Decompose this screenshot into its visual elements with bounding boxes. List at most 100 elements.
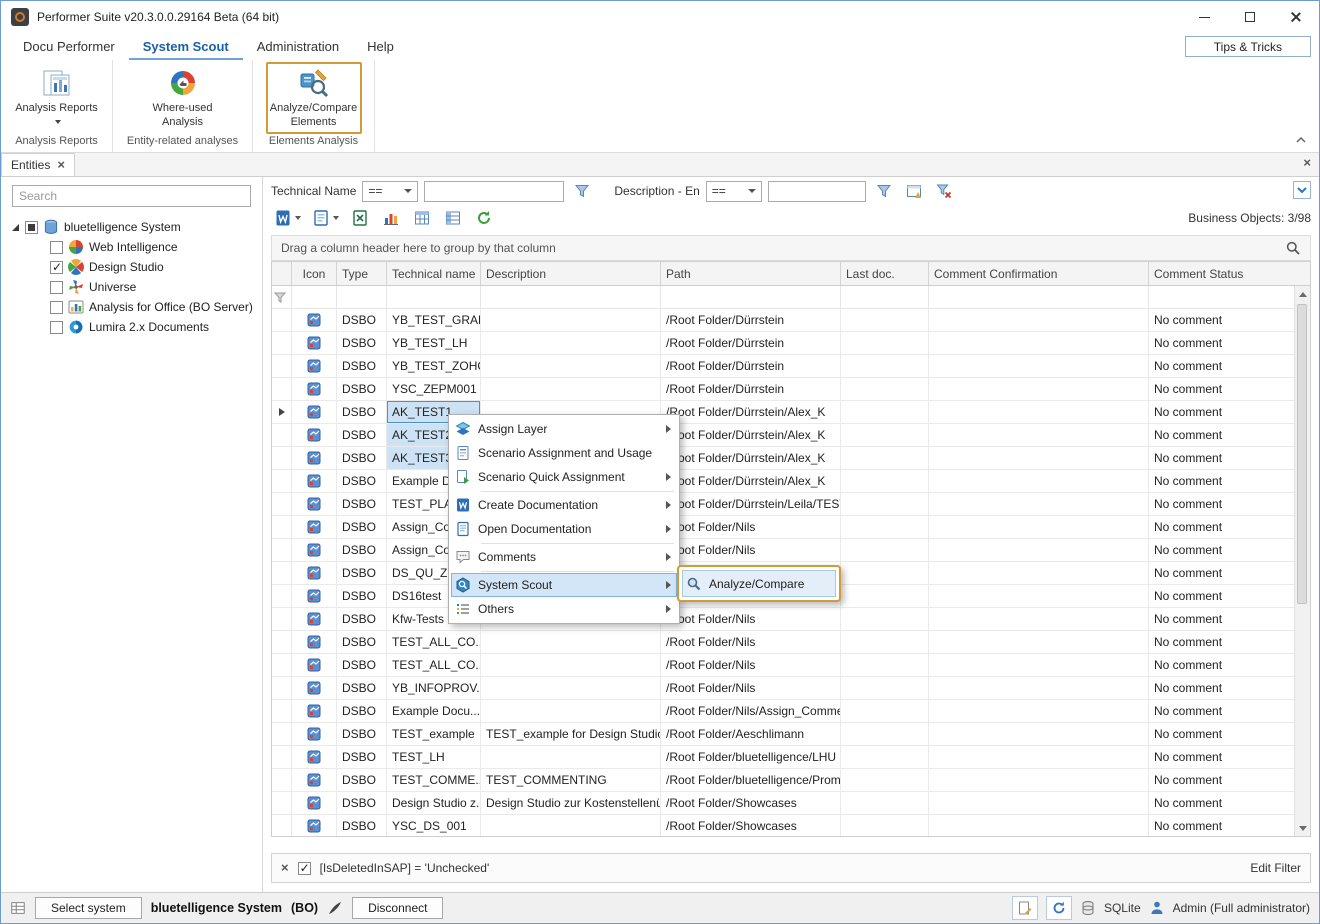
open-documentation-button[interactable]: [309, 206, 342, 230]
cell-technical-name[interactable]: TEST_example: [387, 723, 481, 745]
table-row[interactable]: DSBOYSC_DS_001/Root Folder/ShowcasesNo c…: [272, 815, 1294, 836]
refresh-button[interactable]: [471, 206, 497, 230]
table-row[interactable]: DSBOTEST_LH/Root Folder/bluetelligence/L…: [272, 746, 1294, 769]
cell-technical-name[interactable]: Example Docu...: [387, 700, 481, 722]
menu-item-assign-layer[interactable]: Assign Layer: [451, 417, 677, 441]
menu-item-comments[interactable]: Comments: [451, 545, 677, 569]
cell-technical-name[interactable]: YB_INFOPROV...: [387, 677, 481, 699]
technical-name-input[interactable]: [424, 181, 564, 202]
ribbon-button-analysis-reports[interactable]: Analysis Reports: [9, 62, 105, 134]
maximize-button[interactable]: [1227, 1, 1273, 33]
column-header-comment-status[interactable]: Comment Status: [1149, 262, 1310, 285]
group-by-bar[interactable]: Drag a column header here to group by th…: [271, 235, 1311, 261]
tree-node-web-intelligence[interactable]: Web Intelligence: [12, 237, 251, 257]
table-row[interactable]: DSBOTEST_exampleTEST_example for Design …: [272, 723, 1294, 746]
filter-expression[interactable]: [IsDeletedInSAP] = 'Unchecked': [320, 861, 490, 875]
collapse-ribbon-icon[interactable]: [1293, 132, 1309, 148]
tree-node-bluetelligence-system[interactable]: bluetelligence System: [12, 217, 251, 237]
tree-node-analysis-for-office-bo-server[interactable]: Analysis for Office (BO Server): [12, 297, 251, 317]
search-input[interactable]: [12, 185, 251, 207]
checkbox[interactable]: [50, 281, 63, 294]
menu-item-scenario-assignment-and-usage[interactable]: Scenario Assignment and Usage: [451, 441, 677, 465]
description-operator[interactable]: ==: [706, 181, 762, 202]
system-list-icon[interactable]: [10, 900, 26, 916]
checkbox[interactable]: [50, 261, 63, 274]
tab-entities[interactable]: Entities: [1, 153, 75, 176]
filter-cell[interactable]: [929, 286, 1149, 308]
cell-technical-name[interactable]: YB_TEST_GRAPH: [387, 309, 481, 331]
ribbon-button-where-used-analysis[interactable]: Where-used Analysis: [135, 62, 231, 134]
export-excel-button[interactable]: [347, 206, 373, 230]
table-row[interactable]: DSBOExample Docu.../Root Folder/Nils/Ass…: [272, 700, 1294, 723]
column-header-type[interactable]: Type: [337, 262, 387, 285]
column-header-comment-confirmation[interactable]: Comment Confirmation: [929, 262, 1149, 285]
table-row[interactable]: DSBODesign Studio z...Design Studio zur …: [272, 792, 1294, 815]
cell-technical-name[interactable]: YSC_ZEPM001: [387, 378, 481, 400]
filter-cell[interactable]: [481, 286, 661, 308]
expander-icon[interactable]: [12, 224, 19, 231]
table-row[interactable]: DSBOAssign_Comm.../Root Folder/NilsNo co…: [272, 516, 1294, 539]
cell-technical-name[interactable]: YB_TEST_LH: [387, 332, 481, 354]
technical-name-operator[interactable]: ==: [362, 181, 418, 202]
description-input[interactable]: [768, 181, 866, 202]
cell-technical-name[interactable]: YSC_DS_001: [387, 815, 481, 836]
menu-item-create-documentation[interactable]: Create Documentation: [451, 493, 677, 517]
column-header-last-doc[interactable]: Last doc.: [841, 262, 929, 285]
ribbon-tab-system-scout[interactable]: System Scout: [129, 34, 243, 60]
ribbon-tab-administration[interactable]: Administration: [243, 34, 353, 60]
table-row[interactable]: DSBOYSC_ZEPM001/Root Folder/DürrsteinNo …: [272, 378, 1294, 401]
filter-cell[interactable]: [841, 286, 929, 308]
tree-node-universe[interactable]: Universe: [12, 277, 251, 297]
table-row[interactable]: DSBOTEST_ALL_CO.../Root Folder/NilsNo co…: [272, 631, 1294, 654]
table-row[interactable]: DSBOTEST_COMME...TEST_COMMENTING/Root Fo…: [272, 769, 1294, 792]
sync-button[interactable]: [1046, 896, 1072, 920]
filter-cell[interactable]: [1149, 286, 1294, 308]
clear-filter-button[interactable]: [932, 180, 956, 202]
table-row[interactable]: DSBOYB_TEST_LH/Root Folder/DürrsteinNo c…: [272, 332, 1294, 355]
menu-item-system-scout[interactable]: System Scout: [451, 573, 677, 597]
column-header-technical-name[interactable]: Technical name: [387, 262, 481, 285]
ribbon-tab-docu-performer[interactable]: Docu Performer: [9, 34, 129, 60]
doc-edit-button[interactable]: [1012, 896, 1038, 920]
grid-filter-button[interactable]: [902, 180, 926, 202]
menu-item-others[interactable]: Others: [451, 597, 677, 621]
pen-icon[interactable]: [327, 900, 343, 916]
column-header-icon[interactable]: Icon: [292, 262, 337, 285]
menu-item-scenario-quick-assignment[interactable]: Scenario Quick Assignment: [451, 465, 677, 489]
disconnect-button[interactable]: Disconnect: [352, 897, 443, 919]
cell-technical-name[interactable]: TEST_ALL_CO...: [387, 654, 481, 676]
table-row[interactable]: DSBOKfw-Tests/Root Folder/NilsNo comment: [272, 608, 1294, 631]
create-documentation-button[interactable]: [271, 206, 304, 230]
panel-close-icon[interactable]: [1303, 156, 1311, 170]
edit-filter-link[interactable]: Edit Filter: [1250, 861, 1301, 875]
ribbon-button-analyze-compare-elements[interactable]: Analyze/Compare Elements: [266, 62, 362, 134]
table-row[interactable]: DSBOYB_INFOPROV.../Root Folder/NilsNo co…: [272, 677, 1294, 700]
table-row[interactable]: DSBOYB_TEST_GRAPH/Root Folder/DürrsteinN…: [272, 309, 1294, 332]
tree-node-lumira-2-x-documents[interactable]: Lumira 2.x Documents: [12, 317, 251, 337]
checkbox[interactable]: [50, 241, 63, 254]
table-row[interactable]: DSBOTEST_ALL_CO.../Root Folder/NilsNo co…: [272, 654, 1294, 677]
table-columns-button[interactable]: [440, 206, 466, 230]
column-header-path[interactable]: Path: [661, 262, 841, 285]
vertical-scrollbar[interactable]: [1294, 286, 1310, 836]
filter-cell[interactable]: [337, 286, 387, 308]
table-row[interactable]: DSBOYB_TEST_ZOHO/Root Folder/DürrsteinNo…: [272, 355, 1294, 378]
ribbon-tab-help[interactable]: Help: [353, 34, 408, 60]
table-row[interactable]: DSBOExample Doc.../Root Folder/Dürrstein…: [272, 470, 1294, 493]
table-row[interactable]: DSBOTEST_PLANN.../Root Folder/Dürrstein/…: [272, 493, 1294, 516]
minimize-button[interactable]: [1181, 1, 1227, 33]
scroll-up-button[interactable]: [1295, 286, 1310, 302]
checkbox[interactable]: [25, 221, 38, 234]
description-filter-button[interactable]: [872, 180, 896, 202]
filter-row-indicator[interactable]: [272, 286, 292, 308]
search-icon[interactable]: [1285, 240, 1301, 256]
table-row[interactable]: DSBOAssign_Comm.../Root Folder/NilsNo co…: [272, 539, 1294, 562]
remove-filter-icon[interactable]: [281, 861, 289, 875]
checkbox[interactable]: [50, 321, 63, 334]
filter-cell[interactable]: [387, 286, 481, 308]
cell-technical-name[interactable]: TEST_COMME...: [387, 769, 481, 791]
menu-item-analyze-compare[interactable]: Analyze/Compare: [682, 570, 836, 597]
filter-cell[interactable]: [292, 286, 337, 308]
chart-button[interactable]: [378, 206, 404, 230]
checkbox[interactable]: [50, 301, 63, 314]
